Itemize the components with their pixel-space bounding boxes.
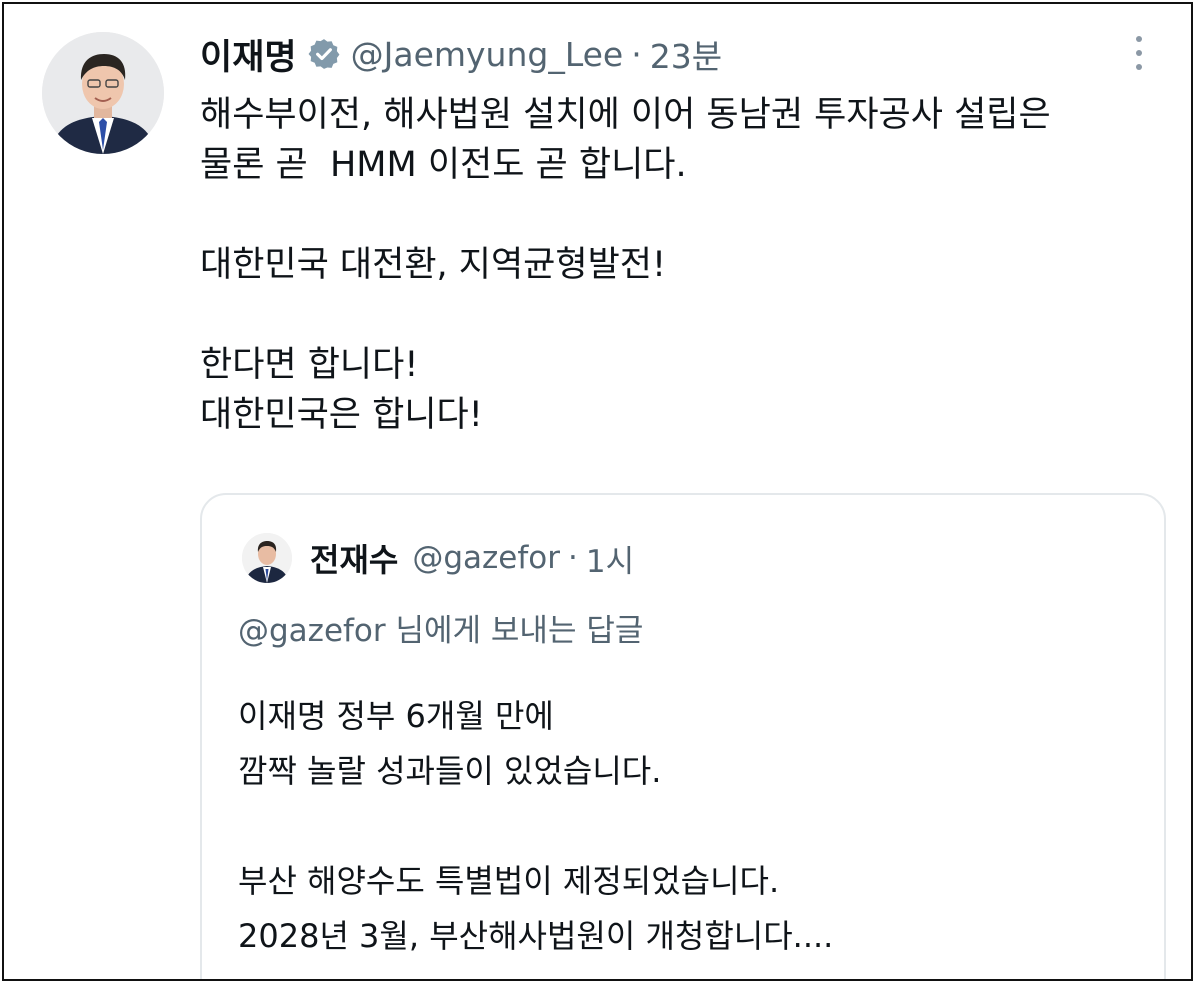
quoted-tweet-header: 전재수 @gazefor · 1시 — [310, 533, 634, 583]
separator-dot: · — [631, 34, 642, 74]
tweet-text-line: 대한민국 대전환, 지역균형발전! — [200, 245, 667, 285]
tweet-text-line: 대한민국은 합니다! — [200, 395, 483, 435]
screenshot-frame: 이재명 @Jaemyung_Lee · 23분 해수부이전, 해사법원 설치에 … — [2, 2, 1193, 981]
tweet-timestamp[interactable]: 23분 — [650, 30, 722, 78]
quoted-author-avatar[interactable] — [242, 533, 292, 583]
author-avatar[interactable] — [42, 32, 164, 154]
tweet-text-line: 물론 곧 HMM 이전도 곧 합니다. — [200, 145, 687, 185]
reply-to-label: @gazefor 님에게 보내는 답글 — [238, 613, 644, 649]
tweet-text-line: 한다면 합니다! — [200, 345, 419, 385]
quoted-text-gap — [238, 799, 1138, 854]
quoted-tweet-timestamp[interactable]: 1시 — [586, 536, 634, 581]
quoted-author-handle[interactable]: @gazefor — [412, 540, 560, 576]
quoted-text-line: 깜짝 놀랄 성과들이 있었습니다. — [238, 752, 662, 790]
separator-dot: · — [567, 540, 578, 576]
tweet-header: 이재명 @Jaemyung_Lee · 23분 — [200, 26, 722, 82]
quoted-author-name[interactable]: 전재수 — [310, 535, 398, 581]
quoted-tweet-text: 이재명 정부 6개월 만에 깜짝 놀랄 성과들이 있었습니다. 부산 해양수도 … — [238, 689, 1138, 964]
quoted-text-line: 2028년 3월, 부산해사법원이 개청합니다.... — [238, 917, 834, 955]
verified-badge-icon[interactable] — [307, 37, 341, 71]
quoted-tweet-card[interactable]: 전재수 @gazefor · 1시 @gazefor 님에게 보내는 답글 이재… — [200, 493, 1166, 979]
avatar-photo-icon — [42, 32, 164, 154]
more-vertical-icon[interactable] — [1130, 36, 1148, 76]
quoted-text-line: 이재명 정부 6개월 만에 — [238, 697, 554, 735]
author-name[interactable]: 이재명 — [200, 29, 297, 80]
author-handle[interactable]: @Jaemyung_Lee — [351, 35, 624, 74]
tweet-text-gap — [200, 290, 1160, 340]
tweet-text-gap — [200, 190, 1160, 240]
avatar-photo-icon — [242, 533, 292, 583]
tweet-text-line: 해수부이전, 해사법원 설치에 이어 동남권 투자공사 설립은 — [200, 95, 1051, 135]
tweet-text: 해수부이전, 해사법원 설치에 이어 동남권 투자공사 설립은 물론 곧 HMM… — [200, 90, 1160, 440]
quoted-text-line: 부산 해양수도 특별법이 제정되었습니다. — [238, 862, 780, 900]
